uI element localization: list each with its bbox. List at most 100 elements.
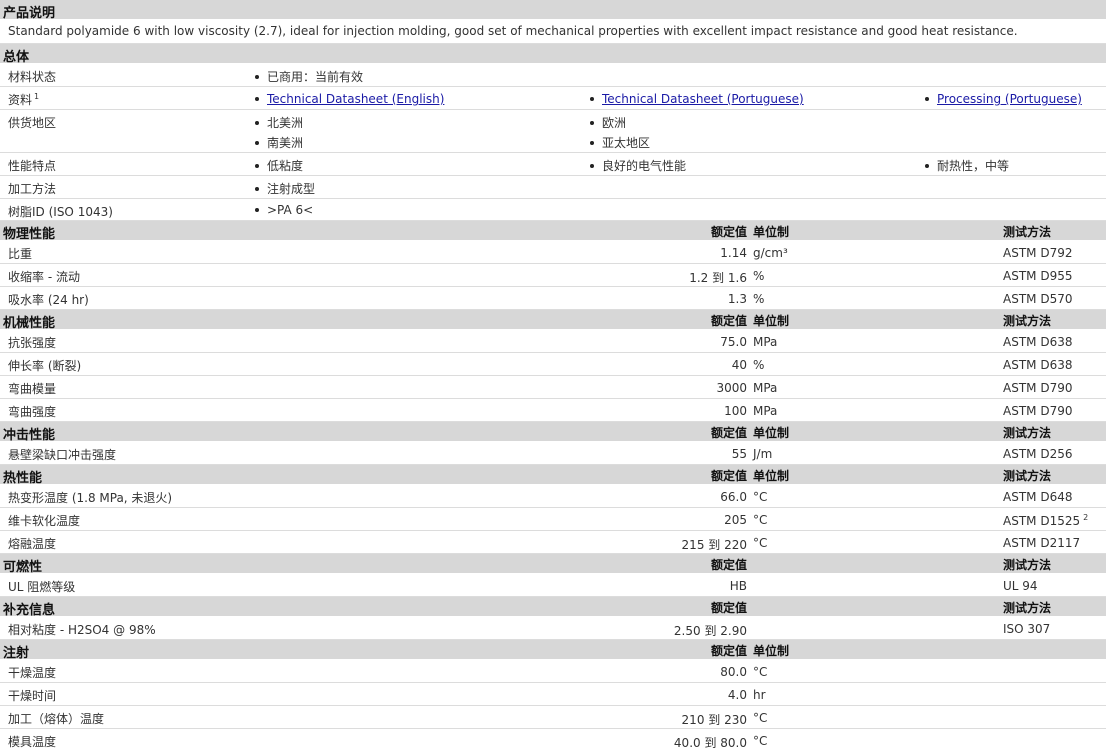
table-row: 加工（熔体）温度 210 到 230 °C [0, 706, 1106, 729]
property-value: 40 [731, 358, 747, 372]
product-description: Standard polyamide 6 with low viscosity … [8, 24, 1018, 38]
section-header-thermal: 热性能 额定值 单位制 测试方法 [0, 465, 1106, 486]
property-unit: °C [753, 536, 768, 550]
property-test: ASTM D256 [1003, 447, 1073, 461]
section-title: 热性能 [3, 471, 43, 486]
property-test: ASTM D955 [1003, 269, 1073, 283]
section-title: 产品说明 [3, 6, 56, 21]
property-label: 熔融温度 [8, 537, 57, 551]
property-label: 伸长率 (断裂) [8, 359, 82, 373]
doc-link-english[interactable]: Technical Datasheet (English) [255, 92, 444, 106]
property-unit: % [753, 358, 765, 372]
section-title: 物理性能 [3, 227, 56, 242]
property-unit: MPa [753, 404, 778, 418]
table-row: 比重 1.14 g/cm³ ASTM D792 [0, 241, 1106, 264]
bullet-icon [590, 96, 594, 101]
region-item: 北美洲 [255, 114, 303, 131]
property-value: 4.0 [727, 688, 747, 702]
table-row: 干燥时间 4.0 hr [0, 683, 1106, 706]
section-title: 补充信息 [3, 603, 56, 618]
property-value: 55 [731, 447, 747, 461]
property-label: 吸水率 (24 hr) [8, 293, 89, 307]
property-value: HB [729, 579, 747, 593]
property-label: 比重 [8, 247, 33, 261]
property-test: ASTM D792 [1003, 246, 1073, 260]
section-title: 冲击性能 [3, 428, 56, 443]
property-test: UL 94 [1003, 579, 1038, 593]
resin-id-item: >PA 6< [255, 203, 313, 217]
doc-link-portuguese[interactable]: Technical Datasheet (Portuguese) [590, 92, 804, 106]
section-title: 机械性能 [3, 316, 56, 331]
region-item: 南美洲 [255, 134, 303, 151]
property-label: 模具温度 [8, 735, 57, 749]
bullet-icon [925, 163, 929, 168]
property-value: 205 [724, 513, 747, 527]
bullet-icon [255, 163, 259, 168]
table-row: 抗张强度 75.0 MPa ASTM D638 [0, 330, 1106, 353]
row-label: 加工方法 [8, 182, 57, 196]
col-value-header: 额定值 [710, 558, 747, 572]
property-test: ISO 307 [1003, 622, 1051, 636]
row-label: 性能特点 [8, 159, 57, 173]
property-test: ASTM D638 [1003, 335, 1073, 349]
property-label: 收缩率 - 流动 [8, 270, 80, 284]
property-label: 维卡软化温度 [8, 514, 81, 528]
table-row: 熔融温度 215 到 220 °C ASTM D2117 [0, 531, 1106, 554]
col-unit-header: 单位制 [753, 426, 790, 440]
status-item: 已商用：当前有效 [255, 68, 363, 85]
bullet-icon [255, 96, 259, 101]
property-value: 75.0 [720, 335, 747, 349]
table-row: 收缩率 - 流动 1.2 到 1.6 % ASTM D955 [0, 264, 1106, 287]
table-row: 维卡软化温度 205 °C ASTM D1525 2 [0, 508, 1106, 531]
property-label: UL 阻燃等级 [8, 580, 76, 594]
col-test-header: 测试方法 [1003, 426, 1052, 440]
section-header-impact: 冲击性能 额定值 单位制 测试方法 [0, 422, 1106, 443]
table-row: 悬壁梁缺口冲击强度 55 J/m ASTM D256 [0, 442, 1106, 465]
property-unit: °C [753, 665, 768, 679]
general-row-docs: 资料 1 Technical Datasheet (English) Techni… [0, 87, 1106, 110]
footnote-ref: 2 [1083, 513, 1089, 522]
col-test-header: 测试方法 [1003, 469, 1052, 483]
general-row-resin-id: 树脂ID (ISO 1043) >PA 6< [0, 199, 1106, 221]
table-row: 弯曲模量 3000 MPa ASTM D790 [0, 376, 1106, 399]
property-label: 热变形温度 (1.8 MPa, 未退火) [8, 491, 173, 505]
property-value: 100 [724, 404, 747, 418]
region-item: 欧洲 [590, 114, 626, 131]
property-value: 1.14 [720, 246, 747, 260]
property-label: 抗张强度 [8, 336, 57, 350]
col-unit-header: 单位制 [753, 225, 790, 239]
property-label: 弯曲强度 [8, 405, 57, 419]
col-value-header: 额定值 [710, 225, 747, 239]
property-test: ASTM D1525 2 [1003, 513, 1089, 528]
property-unit: g/cm³ [753, 246, 788, 260]
table-row: 热变形温度 (1.8 MPa, 未退火) 66.0 °C ASTM D648 [0, 485, 1106, 508]
bullet-icon [255, 140, 259, 145]
property-label: 悬壁梁缺口冲击强度 [8, 448, 117, 462]
col-value-header: 额定值 [710, 601, 747, 615]
property-test: ASTM D570 [1003, 292, 1073, 306]
property-unit: °C [753, 711, 768, 725]
section-title: 可燃性 [3, 560, 43, 575]
property-label: 干燥时间 [8, 689, 57, 703]
col-unit-header: 单位制 [753, 469, 790, 483]
property-value: 66.0 [720, 490, 747, 504]
table-row: 伸长率 (断裂) 40 % ASTM D638 [0, 353, 1106, 376]
col-value-header: 额定值 [710, 426, 747, 440]
section-header-general: 总体 [0, 44, 1106, 65]
property-label: 弯曲模量 [8, 382, 57, 396]
feature-item: 良好的电气性能 [590, 157, 686, 174]
row-label: 资料 1 [8, 92, 40, 107]
property-label: 相对粘度 - H2SO4 @ 98% [8, 623, 156, 637]
property-value: 80.0 [720, 665, 747, 679]
property-unit: % [753, 269, 765, 283]
col-value-header: 额定值 [710, 469, 747, 483]
col-test-header: 测试方法 [1003, 601, 1052, 615]
table-row: 相对粘度 - H2SO4 @ 98% 2.50 到 2.90 ISO 307 [0, 617, 1106, 640]
doc-link-processing[interactable]: Processing (Portuguese) [925, 92, 1082, 106]
section-header-injection: 注射 额定值 单位制 [0, 640, 1106, 661]
col-test-header: 测试方法 [1003, 314, 1052, 328]
bullet-icon [255, 186, 259, 191]
property-test: ASTM D648 [1003, 490, 1073, 504]
property-value: 1.3 [727, 292, 747, 306]
general-row-status: 材料状态 已商用：当前有效 [0, 64, 1106, 87]
